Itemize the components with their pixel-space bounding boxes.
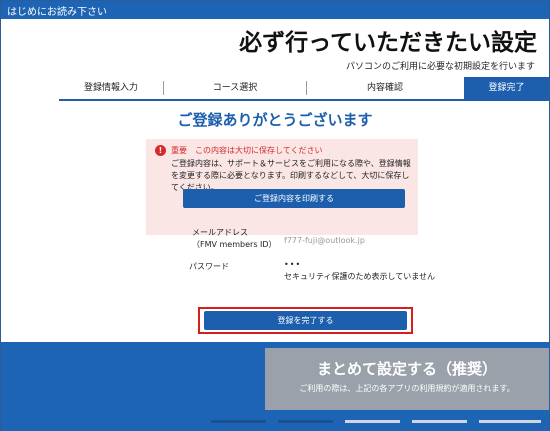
email-label: メールアドレス （FMV members ID） bbox=[192, 227, 277, 251]
step-content-confirmation: 内容確認 bbox=[366, 83, 403, 93]
step-underline bbox=[59, 99, 549, 101]
password-label: パスワード bbox=[189, 262, 229, 271]
main-content: 必ず行っていただきたい設定 パソコンのご利用に必要な初期設定を行います 登録情報… bbox=[1, 19, 549, 342]
bulk-setup-subtitle: ご利用の際は、上記の各アプリの利用規約が適用されます。 bbox=[299, 384, 515, 393]
exclamation-icon: ! bbox=[155, 145, 166, 156]
page-dot bbox=[278, 420, 333, 423]
page-dot bbox=[479, 420, 541, 423]
setup-window: はじめにお読み下さい 必ず行っていただきたい設定 パソコンのご利用に必要な初期設… bbox=[0, 0, 550, 431]
page-title: 必ず行っていただきたい設定 bbox=[239, 30, 537, 56]
page-dot bbox=[345, 420, 400, 423]
print-registration-button[interactable]: ご登録内容を印刷する bbox=[183, 189, 405, 208]
title-bar: はじめにお読み下さい bbox=[1, 1, 549, 19]
bulk-setup-title: まとめて設定する（推奨） bbox=[316, 360, 497, 378]
step-course-selection: コース選択 bbox=[212, 83, 258, 93]
complete-registration-button[interactable]: 登録を完了する bbox=[204, 311, 407, 330]
bottom-area: まとめて設定する（推奨） ご利用の際は、上記の各アプリの利用規約が適用されます。 bbox=[1, 342, 549, 431]
email-value: f777-fuji@outlook.jp bbox=[284, 236, 365, 245]
step-registration-input: 登録情報入力 bbox=[83, 83, 138, 93]
page-subtitle: パソコンのご利用に必要な初期設定を行います bbox=[345, 62, 535, 72]
password-value: ••• bbox=[284, 260, 302, 269]
page-dot bbox=[211, 420, 266, 423]
window-title: はじめにお読み下さい bbox=[7, 7, 107, 18]
page-dot bbox=[412, 420, 467, 423]
step-indicator: 登録情報入力 コース選択 内容確認 登録完了 bbox=[59, 77, 549, 101]
notice-heading: 重要 この内容は大切に保存してください bbox=[171, 146, 323, 155]
password-note: セキュリティ保護のため表示していません bbox=[284, 272, 436, 281]
email-label-line2: （FMV members ID） bbox=[192, 240, 277, 249]
bulk-setup-button[interactable]: まとめて設定する（推奨） ご利用の際は、上記の各アプリの利用規約が適用されます。 bbox=[265, 348, 549, 410]
step-registration-complete: 登録完了 bbox=[464, 77, 549, 99]
important-notice: ! 重要 この内容は大切に保存してください ご登録内容は、サポート＆サービスをご… bbox=[146, 139, 418, 235]
thanks-heading: ご登録ありがとうございます bbox=[177, 111, 373, 129]
email-label-line1: メールアドレス bbox=[192, 228, 248, 237]
